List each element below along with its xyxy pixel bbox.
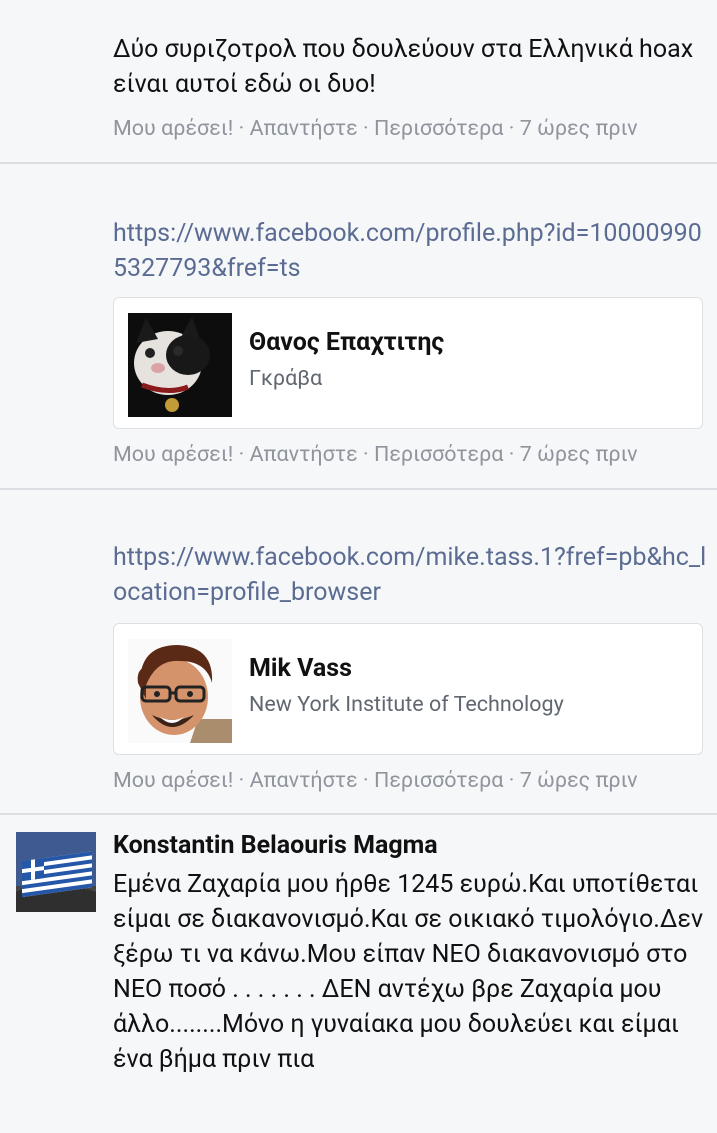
separator: ·	[357, 116, 374, 141]
separator: ·	[233, 116, 250, 141]
separator: ·	[233, 768, 250, 793]
cartoon-man-avatar-icon	[128, 639, 232, 743]
comment-actions: Μου αρέσει! · Απαντήστε · Περισσότερα · …	[113, 440, 638, 470]
divider	[0, 488, 717, 490]
separator: ·	[233, 442, 250, 467]
divider	[0, 162, 717, 164]
card-subtitle: New York Institute of Technology	[249, 692, 564, 717]
reply-link[interactable]: Απαντήστε	[250, 116, 358, 141]
comment-actions: Μου αρέσει! · Απαντήστε · Περισσότερα · …	[113, 114, 638, 144]
card-name: Θανος Επαχτιτης	[249, 328, 445, 357]
profile-link[interactable]: https://www.facebook.com/mike.tass.1?fre…	[113, 540, 708, 610]
separator: ·	[503, 768, 520, 793]
greek-flag-avatar-icon[interactable]	[16, 832, 96, 912]
like-link[interactable]: Μου αρέσει!	[113, 768, 233, 793]
timestamp[interactable]: 7 ώρες πριν	[520, 442, 638, 467]
profile-card[interactable]: Mik Vass New York Institute of Technolog…	[113, 623, 703, 755]
more-link[interactable]: Περισσότερα	[374, 116, 503, 141]
separator: ·	[357, 768, 374, 793]
comment-text: Δύο συριζοτρολ που δουλεύουν στα Ελληνικ…	[113, 35, 694, 99]
timestamp[interactable]: 7 ώρες πριν	[520, 768, 638, 793]
comment-author[interactable]: Konstantin Belaouris Magma	[113, 831, 438, 860]
comment-actions: Μου αρέσει! · Απαντήστε · Περισσότερα · …	[113, 766, 638, 796]
more-link[interactable]: Περισσότερα	[374, 768, 503, 793]
like-link[interactable]: Μου αρέσει!	[113, 116, 233, 141]
more-link[interactable]: Περισσότερα	[374, 442, 503, 467]
card-subtitle: Γκράβα	[249, 366, 323, 391]
card-name: Mik Vass	[249, 654, 352, 683]
comment-text: Εμένα Ζαχαρία μου ήρθε 1245 ευρώ.Και υπο…	[113, 870, 704, 1074]
divider	[0, 813, 717, 815]
profile-link[interactable]: https://www.facebook.com/profile.php?id=…	[113, 216, 708, 286]
separator: ·	[503, 442, 520, 467]
cat-photo-icon	[128, 313, 232, 417]
like-link[interactable]: Μου αρέσει!	[113, 442, 233, 467]
reply-link[interactable]: Απαντήστε	[250, 442, 358, 467]
separator: ·	[503, 116, 520, 141]
reply-link[interactable]: Απαντήστε	[250, 768, 358, 793]
separator: ·	[357, 442, 374, 467]
profile-card[interactable]: Θανος Επαχτιτης Γκράβα	[113, 297, 703, 429]
timestamp[interactable]: 7 ώρες πριν	[520, 116, 638, 141]
